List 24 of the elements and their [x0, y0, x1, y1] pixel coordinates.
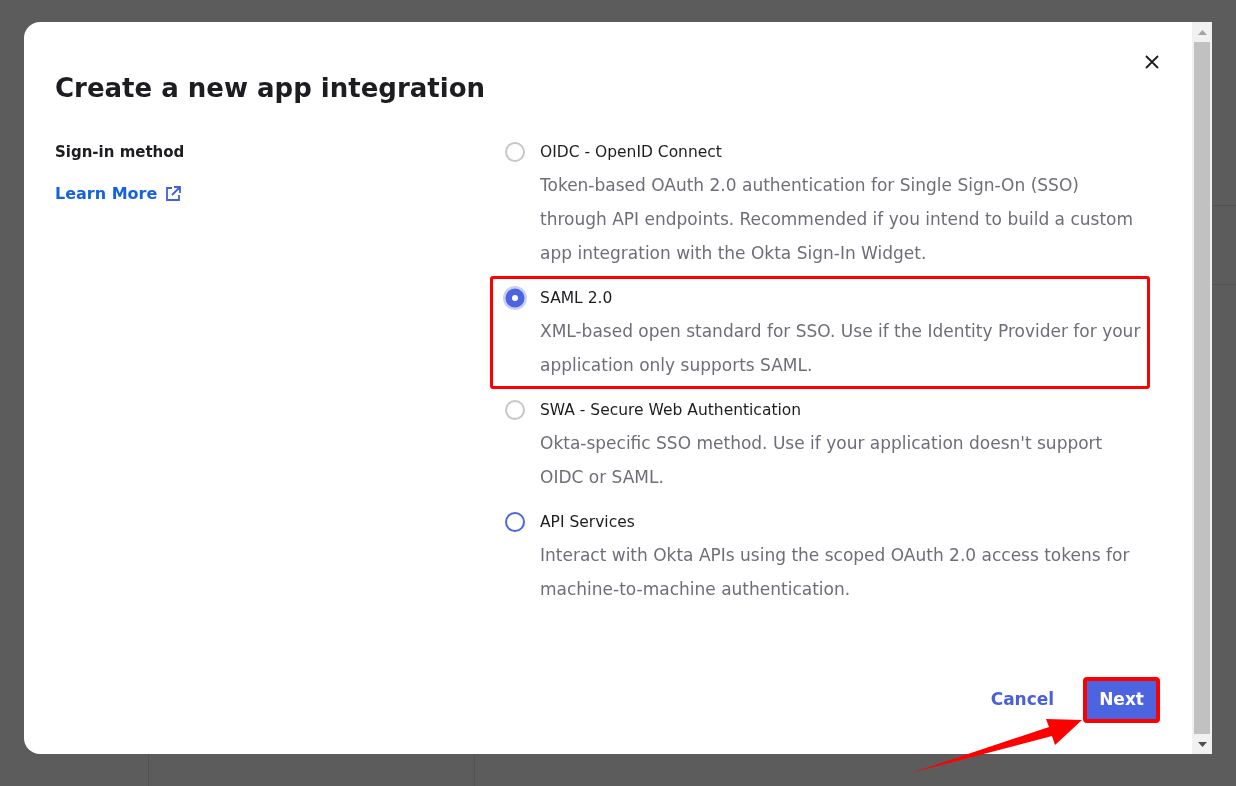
option-label: SAML 2.0: [540, 288, 614, 309]
next-button[interactable]: Next: [1083, 677, 1160, 723]
section-label: Sign-in method: [55, 142, 185, 163]
scroll-down-arrow-icon[interactable]: [1197, 741, 1207, 747]
option-description: Okta-specific SSO method. Use if your application doesn't support OIDC or SAML.: [540, 432, 1104, 489]
radio-button[interactable]: [503, 510, 527, 534]
radio-button[interactable]: [503, 398, 527, 422]
learn-more-link[interactable]: Learn More: [55, 178, 182, 210]
radio-button[interactable]: [503, 286, 527, 310]
option-label: API Services: [540, 512, 636, 533]
option-description: Token-based OAuth 2.0 authentication for Single Sign-On (SSO) through API endpoints. Recommended if you intend to build a custom app integration with the Okta Sign-In Widget.: [540, 174, 1135, 265]
scroll-up-arrow-icon[interactable]: [1197, 29, 1207, 35]
option-description: XML-based open standard for SSO. Use if the Identity Provider for your application only supports SAML.: [540, 320, 1142, 377]
dialog-title: Create a new app integration: [55, 72, 485, 105]
close-button[interactable]: [1145, 55, 1159, 69]
radio-button[interactable]: [503, 140, 527, 164]
option-label: SWA - Secure Web Authentication: [540, 400, 803, 421]
option-label: OIDC - OpenID Connect: [540, 142, 723, 163]
option-description: Interact with Okta APIs using the scoped OAuth 2.0 access tokens for machine-to-machine authentication.: [540, 544, 1131, 601]
close-icon: [1145, 55, 1159, 69]
scrollbar[interactable]: [1192, 22, 1212, 754]
external-link-icon: [165, 186, 182, 202]
cancel-button[interactable]: Cancel: [978, 677, 1067, 723]
scrollbar-thumb[interactable]: [1194, 42, 1210, 734]
